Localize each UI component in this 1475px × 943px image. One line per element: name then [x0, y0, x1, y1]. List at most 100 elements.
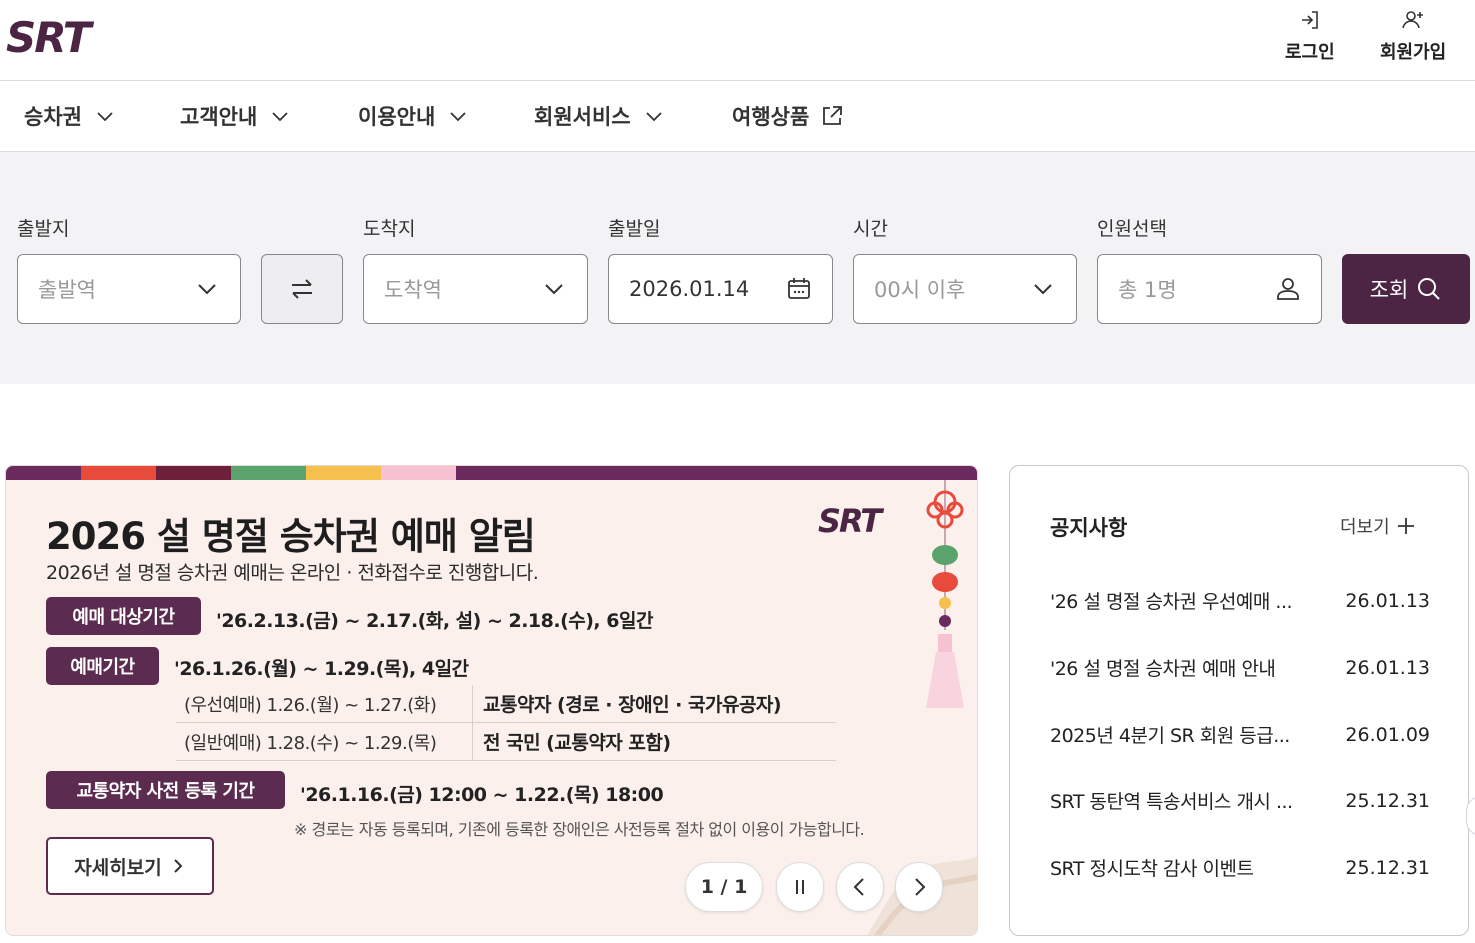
passengers-select[interactable]: 총 1명: [1097, 254, 1322, 324]
user-icon: [1277, 278, 1299, 300]
schedule-when: (일반예매) 1.28.(수) ~ 1.29.(목): [176, 723, 473, 760]
passengers-value: 총 1명: [1118, 278, 1177, 302]
banner-title: 2026 설 명절 승차권 예매 알림: [46, 515, 536, 558]
banner-color-stripe: [6, 466, 977, 480]
notice-item-date: 26.01.13: [1345, 589, 1430, 612]
schedule-who: 교통약자 (경로 · 장애인 · 국가유공자): [483, 694, 782, 716]
banner-note: ※ 경로는 자동 등록되며, 기존에 등록한 장애인은 사전등록 절차 없이 이…: [294, 820, 865, 839]
nav-item-label: 회원서비스: [534, 105, 631, 129]
swap-stations-button[interactable]: [261, 254, 343, 324]
schedule-who: 전 국민 (교통약자 포함): [483, 732, 671, 754]
preregister-value: '26.1.16.(금) 12:00 ~ 1.22.(목) 18:00: [300, 784, 664, 806]
nav-item-label: 승차권: [24, 105, 82, 129]
banner-next-button[interactable]: [895, 862, 943, 912]
banner-subtitle: 2026년 설 명절 승차권 예매는 온라인 · 전화접수로 진행합니다.: [46, 562, 539, 584]
notice-item-date: 26.01.13: [1345, 656, 1430, 679]
period-value: '26.1.26.(월) ~ 1.29.(목), 4일간: [174, 658, 469, 680]
svg-text:SRT: SRT: [818, 504, 884, 536]
table-row: (우선예매) 1.26.(월) ~ 1.27.(화) 교통약자 (경로 · 장애…: [176, 685, 836, 723]
chevron-down-icon: [198, 284, 216, 295]
stripe-segment: [231, 466, 306, 480]
pause-icon: [796, 880, 804, 894]
calendar-icon: [788, 278, 810, 299]
notice-item-title: '26 설 명절 승차권 우선예매 ...: [1050, 591, 1293, 613]
notice-item[interactable]: SRT 동탄역 특송서비스 개시 ... 25.12.31: [1050, 787, 1430, 814]
chevron-down-icon: [545, 284, 563, 295]
departure-placeholder: 출발역: [38, 278, 96, 302]
holiday-ticket-banner: SRT 2026 설 명절 승차권 예매 알림 2026년 설 명절 승차권 예…: [5, 465, 978, 936]
nav-item-ticket[interactable]: 승차권: [24, 81, 116, 151]
notice-item[interactable]: '26 설 명절 승차권 우선예매 ... 26.01.13: [1050, 587, 1430, 614]
chevron-right-icon: [915, 878, 926, 896]
swap-icon: [292, 279, 312, 299]
detail-button-label: 자세히보기: [74, 856, 162, 879]
notice-item-date: 26.01.09: [1345, 723, 1430, 746]
arrival-select[interactable]: 도착역: [363, 254, 588, 324]
notice-item-date: 25.12.31: [1345, 789, 1430, 812]
period-target-value: '26.2.13.(금) ~ 2.17.(화, 설) ~ 2.18.(수), 6…: [216, 610, 653, 632]
login-icon: [1301, 11, 1318, 29]
chevron-down-icon: [97, 112, 113, 122]
nav-item-label: 이용안내: [358, 105, 436, 129]
schedule-when: (우선예매) 1.26.(월) ~ 1.27.(화): [176, 685, 473, 722]
notice-item-title: 2025년 4분기 SR 회원 등급...: [1050, 725, 1290, 747]
notice-item-date: 25.12.31: [1345, 856, 1430, 879]
notice-title: 공지사항: [1050, 516, 1128, 540]
login-link[interactable]: 로그인: [1285, 8, 1335, 64]
nav-item-travel[interactable]: 여행상품: [732, 81, 843, 151]
stripe-segment: [456, 466, 977, 480]
arrival-label: 도착지: [363, 218, 416, 240]
notice-item[interactable]: '26 설 명절 승차권 예매 안내 26.01.13: [1050, 654, 1430, 681]
nav-item-label: 여행상품: [732, 105, 810, 129]
stripe-segment: [381, 466, 456, 480]
ticket-search-panel: 출발지 출발역 도착지 도착역 출발일 2026.01.14 시간 00시 이후…: [0, 152, 1475, 384]
time-value: 00시 이후: [874, 278, 966, 302]
top-header: SRT 로그인 회원가입: [0, 0, 1475, 81]
stripe-segment: [6, 466, 81, 480]
time-select[interactable]: 00시 이후: [853, 254, 1077, 324]
banner-prev-button[interactable]: [836, 862, 884, 912]
nav-item-usage[interactable]: 이용안내: [358, 81, 469, 151]
departure-label: 출발지: [17, 218, 70, 240]
nav-item-member[interactable]: 회원서비스: [534, 81, 665, 151]
time-label: 시간: [853, 218, 888, 240]
search-button[interactable]: 조회: [1342, 254, 1470, 324]
notice-item[interactable]: 2025년 4분기 SR 회원 등급... 26.01.09: [1050, 721, 1430, 748]
notice-more-link[interactable]: 더보기: [1340, 513, 1416, 539]
notice-panel: 공지사항 더보기 '26 설 명절 승차권 우선예매 ... 26.01.13 …: [1009, 465, 1469, 936]
external-link-icon: [823, 106, 843, 125]
date-label: 출발일: [608, 218, 661, 240]
table-row: (일반예매) 1.28.(수) ~ 1.29.(목) 전 국민 (교통약자 포함…: [176, 723, 836, 761]
nav-item-customer[interactable]: 고객안내: [180, 81, 291, 151]
search-icon: [1418, 278, 1441, 300]
banner-page-indicator: 1 / 1: [685, 862, 763, 912]
plus-icon: [1397, 518, 1414, 534]
stripe-segment: [306, 466, 381, 480]
notice-item-title: SRT 동탄역 특송서비스 개시 ...: [1050, 791, 1293, 813]
banner-srt-logo: SRT: [818, 504, 886, 536]
passengers-label: 인원선택: [1097, 218, 1167, 240]
notice-item[interactable]: SRT 정시도착 감사 이벤트 25.12.31: [1050, 854, 1430, 881]
srt-logo[interactable]: SRT: [4, 14, 130, 58]
more-label: 더보기: [1340, 517, 1390, 538]
preregister-badge: 교통약자 사전 등록 기간: [46, 771, 285, 809]
svg-text:SRT: SRT: [6, 14, 95, 58]
chevron-down-icon: [272, 112, 288, 122]
reservation-schedule-table: (우선예매) 1.26.(월) ~ 1.27.(화) 교통약자 (경로 · 장애…: [176, 685, 836, 761]
period-badge: 예매기간: [46, 647, 159, 685]
join-link[interactable]: 회원가입: [1380, 8, 1446, 64]
search-button-label: 조회: [1369, 278, 1409, 302]
banner-pause-button[interactable]: [776, 862, 824, 912]
chevron-right-icon: [173, 859, 183, 873]
stripe-segment: [156, 466, 231, 480]
detail-button[interactable]: 자세히보기: [46, 837, 214, 895]
knot-ornament-icon: [926, 480, 964, 708]
period-target-badge: 예매 대상기간: [46, 597, 201, 635]
arrival-placeholder: 도착역: [384, 278, 442, 302]
chevron-down-icon: [1034, 284, 1052, 295]
notice-item-title: SRT 정시도착 감사 이벤트: [1050, 858, 1254, 880]
departure-select[interactable]: 출발역: [17, 254, 241, 324]
chevron-down-icon: [450, 112, 466, 122]
date-picker[interactable]: 2026.01.14: [608, 254, 833, 324]
add-user-icon: [1402, 11, 1424, 29]
